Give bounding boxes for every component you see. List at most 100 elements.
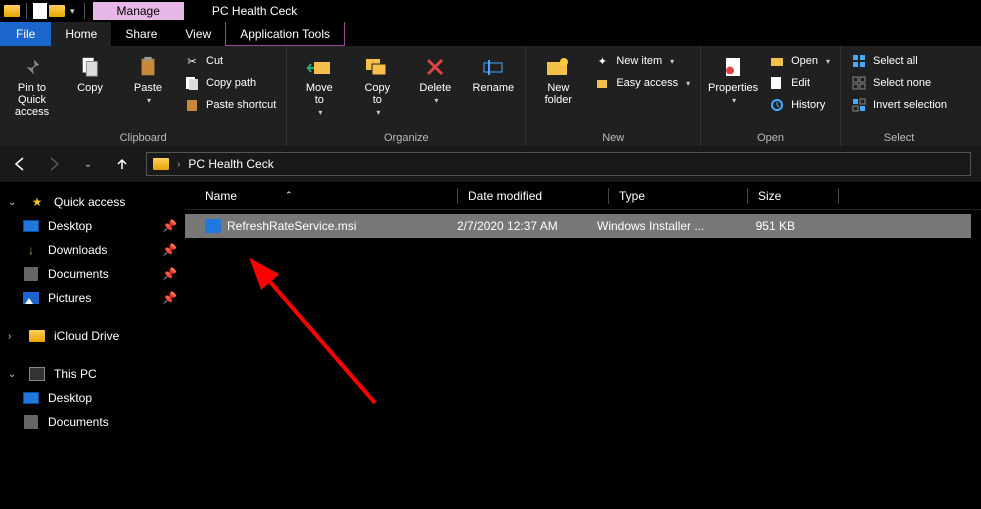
qat-separator bbox=[84, 3, 85, 19]
copy-label: Copy bbox=[77, 82, 103, 94]
cut-button[interactable]: ✂ Cut bbox=[180, 52, 280, 70]
properties-label: Properties bbox=[708, 82, 758, 94]
open-icon bbox=[769, 53, 785, 69]
sidebar-item-this-pc[interactable]: ⌄ This PC bbox=[0, 362, 185, 386]
window-title: PC Health Ceck bbox=[184, 4, 297, 18]
history-button[interactable]: History bbox=[765, 96, 834, 114]
sidebar-label: Desktop bbox=[48, 219, 92, 233]
history-icon bbox=[769, 97, 785, 113]
column-divider[interactable] bbox=[747, 188, 748, 204]
sidebar-item-icloud[interactable]: ›iCloud Drive bbox=[0, 324, 185, 348]
select-all-icon bbox=[851, 53, 867, 69]
chevron-down-icon[interactable]: ⌄ bbox=[8, 369, 20, 380]
properties-button[interactable]: Properties ▾ bbox=[707, 52, 759, 105]
paste-icon bbox=[134, 54, 162, 80]
column-label: Size bbox=[758, 189, 781, 203]
edit-icon bbox=[769, 75, 785, 91]
tab-application-tools[interactable]: Application Tools bbox=[225, 22, 345, 46]
move-to-label: Move to bbox=[306, 82, 333, 106]
column-label: Type bbox=[619, 189, 645, 203]
sidebar-item-desktop-pc[interactable]: Desktop bbox=[0, 386, 185, 410]
folder-icon bbox=[153, 158, 169, 170]
file-row[interactable]: RefreshRateService.msi 2/7/2020 12:37 AM… bbox=[185, 214, 971, 238]
documents-icon bbox=[24, 267, 38, 281]
chevron-down-icon[interactable]: ▾ bbox=[732, 96, 736, 105]
group-organize: Move to▾ Copy to▾ Delete▾ Rename Organiz… bbox=[287, 46, 526, 146]
recent-locations-button[interactable]: ⌄ bbox=[78, 154, 98, 174]
sidebar-label: This PC bbox=[54, 367, 97, 381]
folder-icon[interactable] bbox=[49, 5, 65, 17]
sidebar-item-documents-pc[interactable]: Documents bbox=[0, 410, 185, 434]
chevron-down-icon[interactable]: ▾ bbox=[147, 96, 151, 105]
pin-icon: 📌 bbox=[162, 267, 177, 281]
document-icon[interactable] bbox=[33, 3, 47, 19]
copy-to-label: Copy to bbox=[364, 82, 390, 106]
paste-shortcut-button[interactable]: Paste shortcut bbox=[180, 96, 280, 114]
copy-icon bbox=[76, 54, 104, 80]
file-size: 951 KB bbox=[725, 219, 805, 233]
chevron-down-icon[interactable]: ⌄ bbox=[8, 197, 20, 208]
chevron-down-icon[interactable]: ▾ bbox=[434, 96, 438, 105]
paste-button[interactable]: Paste ▾ bbox=[122, 52, 174, 105]
up-button[interactable] bbox=[112, 154, 132, 174]
sidebar-item-documents[interactable]: Documents 📌 bbox=[0, 262, 185, 286]
scissors-icon: ✂ bbox=[184, 53, 200, 69]
edit-button[interactable]: Edit bbox=[765, 74, 834, 92]
open-button[interactable]: Open▾ bbox=[765, 52, 834, 70]
sidebar-label: Documents bbox=[48, 267, 109, 281]
column-type[interactable]: Type bbox=[619, 189, 747, 203]
title-bar: ▾ Manage PC Health Ceck bbox=[0, 0, 981, 22]
sidebar-item-downloads[interactable]: ↓Downloads📌 bbox=[0, 238, 185, 262]
copy-to-icon bbox=[363, 54, 391, 80]
tab-home[interactable]: Home bbox=[51, 22, 111, 46]
new-item-icon: ✦ bbox=[594, 53, 610, 69]
forward-button[interactable] bbox=[44, 154, 64, 174]
column-size[interactable]: Size bbox=[758, 189, 838, 203]
select-none-button[interactable]: Select none bbox=[847, 74, 951, 92]
back-button[interactable] bbox=[10, 154, 30, 174]
invert-selection-button[interactable]: Invert selection bbox=[847, 96, 951, 114]
column-divider[interactable] bbox=[838, 188, 839, 204]
column-divider[interactable] bbox=[608, 188, 609, 204]
sidebar-item-desktop[interactable]: Desktop📌 bbox=[0, 214, 185, 238]
pin-to-quick-access-button[interactable]: Pin to Quick access bbox=[6, 52, 58, 118]
history-label: History bbox=[791, 99, 825, 111]
chevron-right-icon[interactable]: › bbox=[8, 331, 20, 342]
select-all-button[interactable]: Select all bbox=[847, 52, 951, 70]
new-item-button[interactable]: ✦New item▾ bbox=[590, 52, 694, 70]
tab-share[interactable]: Share bbox=[111, 22, 171, 46]
copy-button[interactable]: Copy bbox=[64, 52, 116, 94]
group-label-clipboard: Clipboard bbox=[6, 130, 280, 146]
copy-to-button[interactable]: Copy to ▾ bbox=[351, 52, 403, 117]
tab-file[interactable]: File bbox=[0, 22, 51, 46]
sort-indicator-icon: ⌃ bbox=[285, 190, 293, 201]
move-to-button[interactable]: Move to ▾ bbox=[293, 52, 345, 117]
chevron-right-icon[interactable]: › bbox=[177, 159, 180, 170]
breadcrumb-location[interactable]: PC Health Ceck bbox=[188, 157, 273, 171]
copy-path-button[interactable]: Copy path bbox=[180, 74, 280, 92]
new-folder-button[interactable]: New folder bbox=[532, 52, 584, 106]
new-folder-label: New folder bbox=[545, 82, 573, 106]
breadcrumb[interactable]: › PC Health Ceck bbox=[146, 152, 971, 176]
rename-button[interactable]: Rename bbox=[467, 52, 519, 94]
sidebar-item-pictures[interactable]: Pictures📌 bbox=[0, 286, 185, 310]
star-icon: ★ bbox=[28, 195, 46, 209]
chevron-down-icon[interactable]: ▾ bbox=[318, 108, 322, 117]
pc-icon bbox=[29, 367, 45, 381]
cut-label: Cut bbox=[206, 55, 223, 67]
column-name[interactable]: Name⌃ bbox=[205, 189, 457, 203]
chevron-down-icon: ▾ bbox=[686, 79, 690, 88]
column-divider[interactable] bbox=[457, 188, 458, 204]
delete-button[interactable]: Delete▾ bbox=[409, 52, 461, 105]
sidebar-item-quick-access[interactable]: ⌄★Quick access bbox=[0, 190, 185, 214]
column-date[interactable]: Date modified bbox=[468, 189, 608, 203]
chevron-down-icon[interactable]: ▾ bbox=[67, 6, 78, 17]
context-tab-manage[interactable]: Manage bbox=[93, 2, 184, 20]
file-date: 2/7/2020 12:37 AM bbox=[457, 219, 597, 233]
sidebar-label: Documents bbox=[48, 415, 109, 429]
downloads-icon: ↓ bbox=[22, 243, 40, 257]
easy-access-button[interactable]: Easy access ▾ bbox=[590, 74, 694, 92]
tab-view[interactable]: View bbox=[171, 22, 225, 46]
easy-access-label: Easy access bbox=[616, 77, 678, 89]
chevron-down-icon[interactable]: ▾ bbox=[376, 108, 380, 117]
